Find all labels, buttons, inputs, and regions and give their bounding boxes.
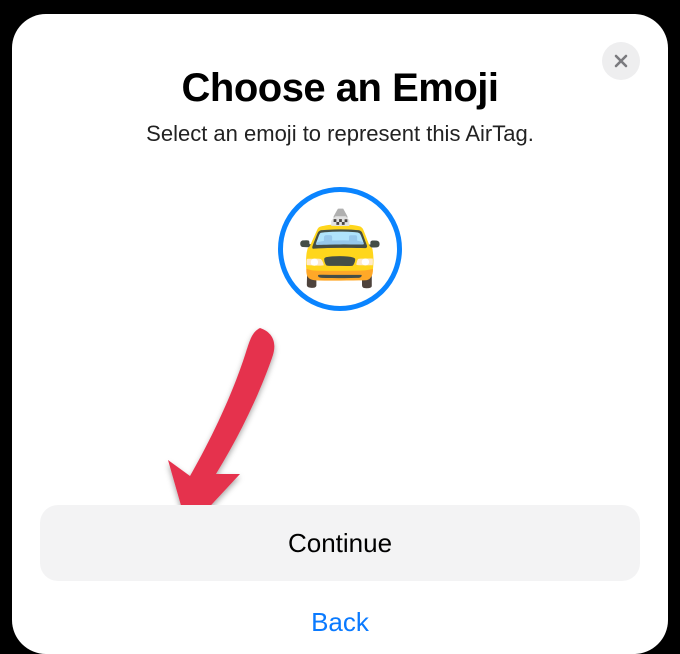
sheet-subtitle: Select an emoji to represent this AirTag… [12,121,668,147]
back-link[interactable]: Back [40,607,640,638]
close-icon [613,53,629,69]
emoji-selector[interactable]: 🚖 [278,187,402,311]
sheet-title: Choose an Emoji [12,66,668,111]
emoji-setup-sheet: Choose an Emoji Select an emoji to repre… [12,14,668,654]
close-button[interactable] [602,42,640,80]
annotation-arrow-icon [122,324,302,534]
continue-button[interactable]: Continue [40,505,640,581]
taxi-emoji-icon: 🚖 [295,213,385,285]
sheet-actions: Continue Back [12,505,668,638]
